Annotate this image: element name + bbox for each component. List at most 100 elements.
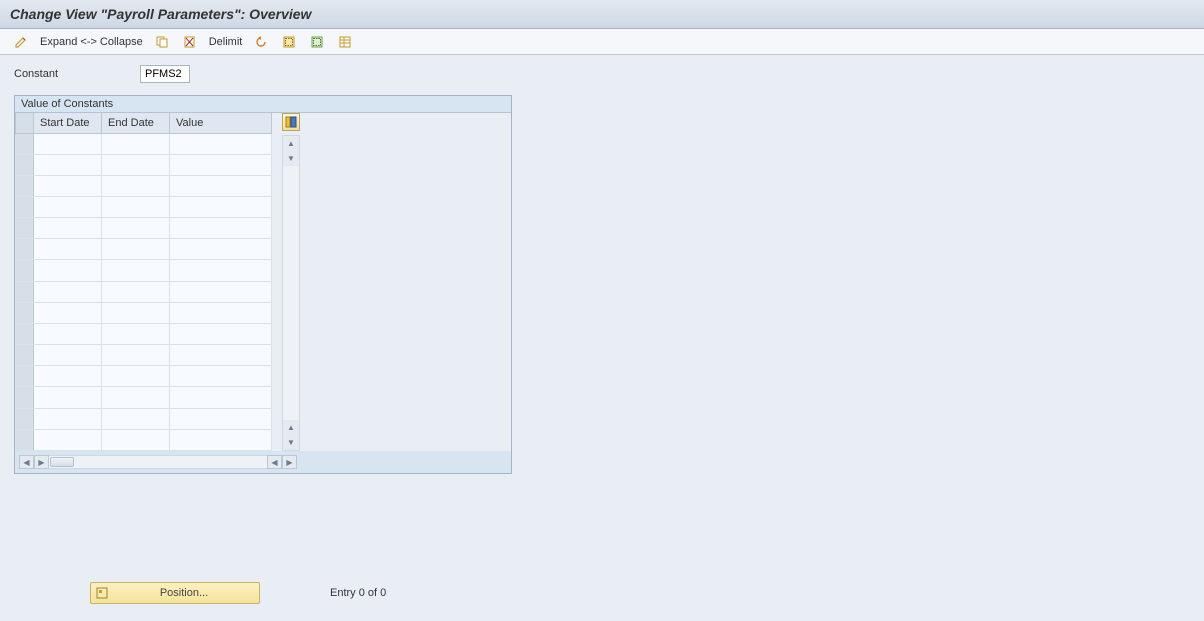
scroll-down-arrow-icon[interactable]: ▼ [283,151,299,166]
cell[interactable] [34,133,102,154]
row-selector[interactable] [16,196,34,217]
scroll-right-inner-arrow-icon[interactable]: ▶ [34,455,49,469]
column-value[interactable]: Value [170,113,272,133]
cell[interactable] [34,281,102,302]
row-selector[interactable] [16,366,34,387]
copy-icon[interactable] [151,33,173,51]
cell[interactable] [102,260,170,281]
delimit-button[interactable]: Delimit [207,36,245,48]
value-of-constants-panel: Value of Constants Start Date End Date V… [14,95,512,474]
row-selector[interactable] [16,239,34,260]
scroll-down-bottom-arrow-icon[interactable]: ▼ [283,435,299,450]
table-row [16,239,272,260]
cell[interactable] [102,196,170,217]
cell[interactable] [34,345,102,366]
position-button[interactable]: Position... [90,582,260,604]
cell[interactable] [102,133,170,154]
cell[interactable] [34,408,102,429]
row-selector[interactable] [16,281,34,302]
scroll-left-arrow-icon[interactable]: ◀ [19,455,34,469]
expand-collapse-button[interactable]: Expand <-> Collapse [38,36,145,48]
cell[interactable] [170,133,272,154]
deselect-all-icon[interactable] [306,33,328,51]
row-selector[interactable] [16,133,34,154]
cell[interactable] [170,302,272,323]
row-selector[interactable] [16,429,34,450]
table-row [16,196,272,217]
cell[interactable] [170,281,272,302]
cell[interactable] [34,260,102,281]
row-selector[interactable] [16,175,34,196]
row-selector[interactable] [16,408,34,429]
row-selector[interactable] [16,154,34,175]
scroll-up-arrow-icon[interactable]: ▲ [283,136,299,151]
cell[interactable] [34,218,102,239]
cell[interactable] [34,429,102,450]
cell[interactable] [170,218,272,239]
table-row [16,281,272,302]
table-row [16,260,272,281]
cell[interactable] [102,408,170,429]
table-config-icon[interactable] [282,113,300,131]
cell[interactable] [170,154,272,175]
panel-title: Value of Constants [15,96,511,113]
cell[interactable] [170,345,272,366]
table-row [16,323,272,344]
cell[interactable] [102,323,170,344]
cell[interactable] [102,387,170,408]
cell[interactable] [102,302,170,323]
cell[interactable] [34,366,102,387]
delete-icon[interactable] [179,33,201,51]
cell[interactable] [170,429,272,450]
cell[interactable] [34,387,102,408]
constant-field-row: Constant [0,55,1204,89]
page-title: Change View "Payroll Parameters": Overvi… [0,0,1204,29]
table-row [16,366,272,387]
row-selector-header[interactable] [16,113,34,133]
column-end-date[interactable]: End Date [102,113,170,133]
cell[interactable] [34,323,102,344]
table-row [16,154,272,175]
row-selector[interactable] [16,387,34,408]
cell[interactable] [102,429,170,450]
cell[interactable] [170,260,272,281]
select-all-icon[interactable] [278,33,300,51]
position-icon [95,586,109,600]
row-selector[interactable] [16,323,34,344]
constant-input[interactable] [140,65,190,83]
cell[interactable] [170,196,272,217]
scroll-up-bottom-arrow-icon[interactable]: ▲ [283,420,299,435]
cell[interactable] [170,366,272,387]
cell[interactable] [102,154,170,175]
cell[interactable] [34,302,102,323]
table-settings-icon[interactable] [334,33,356,51]
cell[interactable] [102,218,170,239]
table-row [16,175,272,196]
cell[interactable] [170,323,272,344]
cell[interactable] [102,175,170,196]
cell[interactable] [102,281,170,302]
cell[interactable] [34,196,102,217]
row-selector[interactable] [16,302,34,323]
undo-icon[interactable] [250,33,272,51]
cell[interactable] [34,154,102,175]
scroll-left-end-arrow-icon[interactable]: ◀ [267,455,282,469]
cell[interactable] [34,239,102,260]
cell[interactable] [170,175,272,196]
row-selector[interactable] [16,345,34,366]
cell[interactable] [170,239,272,260]
scroll-thumb[interactable] [50,457,74,467]
cell[interactable] [170,408,272,429]
cell[interactable] [102,239,170,260]
vertical-scrollbar[interactable]: ▲ ▼ ▲ ▼ [282,135,300,451]
row-selector[interactable] [16,218,34,239]
cell[interactable] [102,366,170,387]
pencil-icon[interactable] [10,33,32,51]
toolbar: Expand <-> Collapse Delimit [0,29,1204,55]
row-selector[interactable] [16,260,34,281]
scroll-right-arrow-icon[interactable]: ▶ [282,455,297,469]
cell[interactable] [170,387,272,408]
cell[interactable] [102,345,170,366]
column-start-date[interactable]: Start Date [34,113,102,133]
cell[interactable] [34,175,102,196]
